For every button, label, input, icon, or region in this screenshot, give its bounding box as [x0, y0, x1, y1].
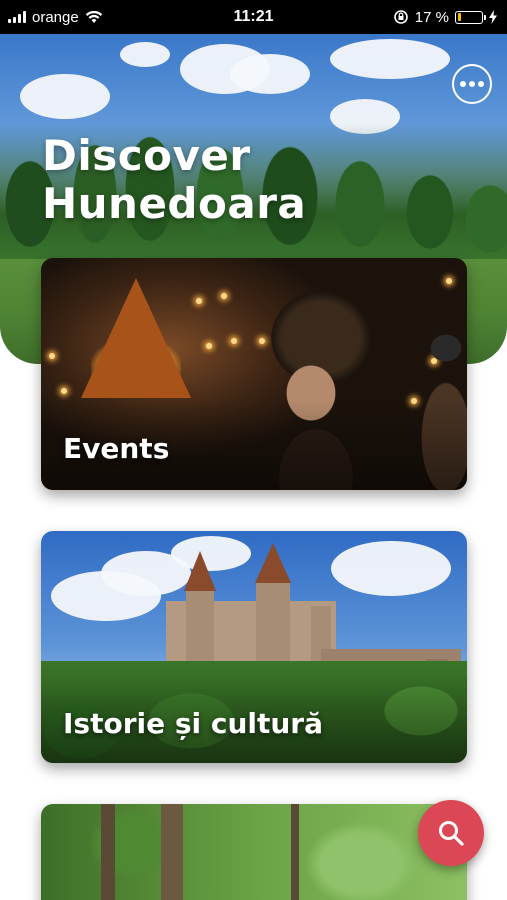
battery-percent: 17 %: [414, 8, 449, 26]
battery-icon: [455, 10, 486, 24]
clock: 11:21: [233, 8, 274, 25]
wifi-icon: [85, 10, 102, 23]
more-dots-icon: [460, 81, 466, 87]
page-title: Discover Hunedoara: [42, 132, 306, 228]
page-title-line2: Hunedoara: [42, 179, 307, 228]
category-card-nature[interactable]: [41, 804, 467, 900]
card-label-history-culture: Istorie și cultură: [63, 707, 324, 740]
carrier-name: orange: [32, 8, 79, 26]
card-label-events: Events: [63, 432, 170, 465]
category-card-events[interactable]: Events: [41, 258, 467, 490]
category-card-history-culture[interactable]: Istorie și cultură: [41, 531, 467, 763]
rotation-lock-icon: [393, 10, 408, 24]
page-title-line1: Discover: [42, 131, 251, 180]
search-button[interactable]: [418, 800, 484, 866]
app-screen: orange 11:21 17 % Discover Hunedoara Eve…: [0, 0, 507, 900]
status-bar: orange 11:21 17 %: [0, 0, 507, 34]
search-icon: [439, 821, 464, 846]
charging-icon: [489, 10, 497, 24]
signal-icon: [8, 11, 26, 23]
more-options-button[interactable]: [452, 64, 492, 104]
